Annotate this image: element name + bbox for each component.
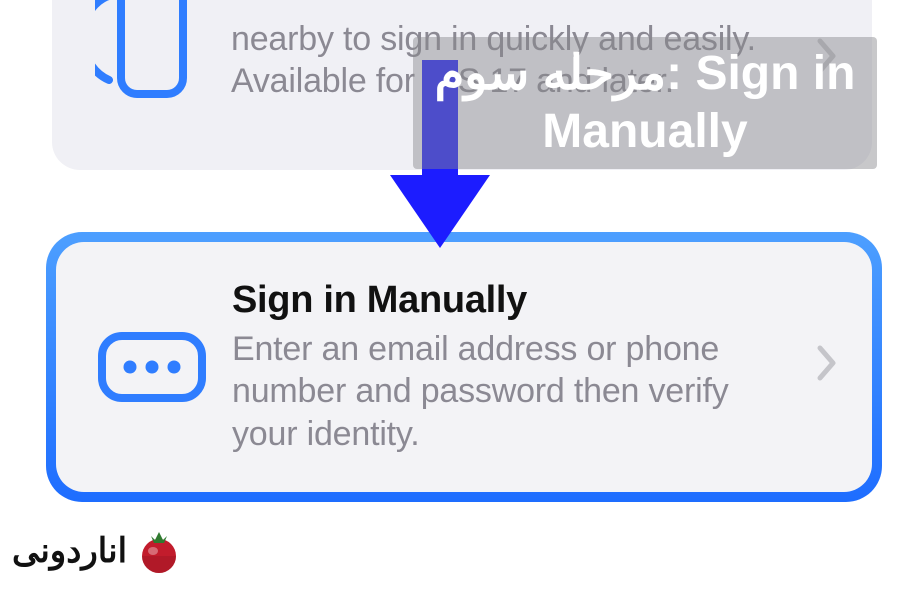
- step-caption-overlay: مرحله سوم: Sign in Manually: [413, 37, 877, 169]
- sign-in-manually-title: Sign in Manually: [232, 279, 796, 322]
- phone-icon: [72, 0, 227, 150]
- sign-in-manually-card[interactable]: Sign in Manually Enter an email address …: [56, 242, 872, 492]
- step-caption-prefix: مرحله سوم:: [435, 47, 696, 100]
- sign-in-manually-highlight: Sign in Manually Enter an email address …: [46, 232, 882, 502]
- pomegranate-icon: [133, 526, 183, 576]
- password-dots-icon: [72, 330, 232, 404]
- sign-in-manually-description: Enter an email address or phone number a…: [232, 328, 796, 456]
- chevron-col-2: [802, 343, 852, 391]
- brand-name: اناردونی: [12, 531, 127, 571]
- brand-watermark: اناردونی: [12, 526, 183, 576]
- screenshot-stage: nearby to sign in quickly and easily. Av…: [0, 0, 900, 600]
- card-highlight-text: Sign in Manually Enter an email address …: [232, 279, 802, 456]
- step-caption-main-line2: Manually: [435, 103, 856, 161]
- chevron-right-icon: [817, 343, 837, 391]
